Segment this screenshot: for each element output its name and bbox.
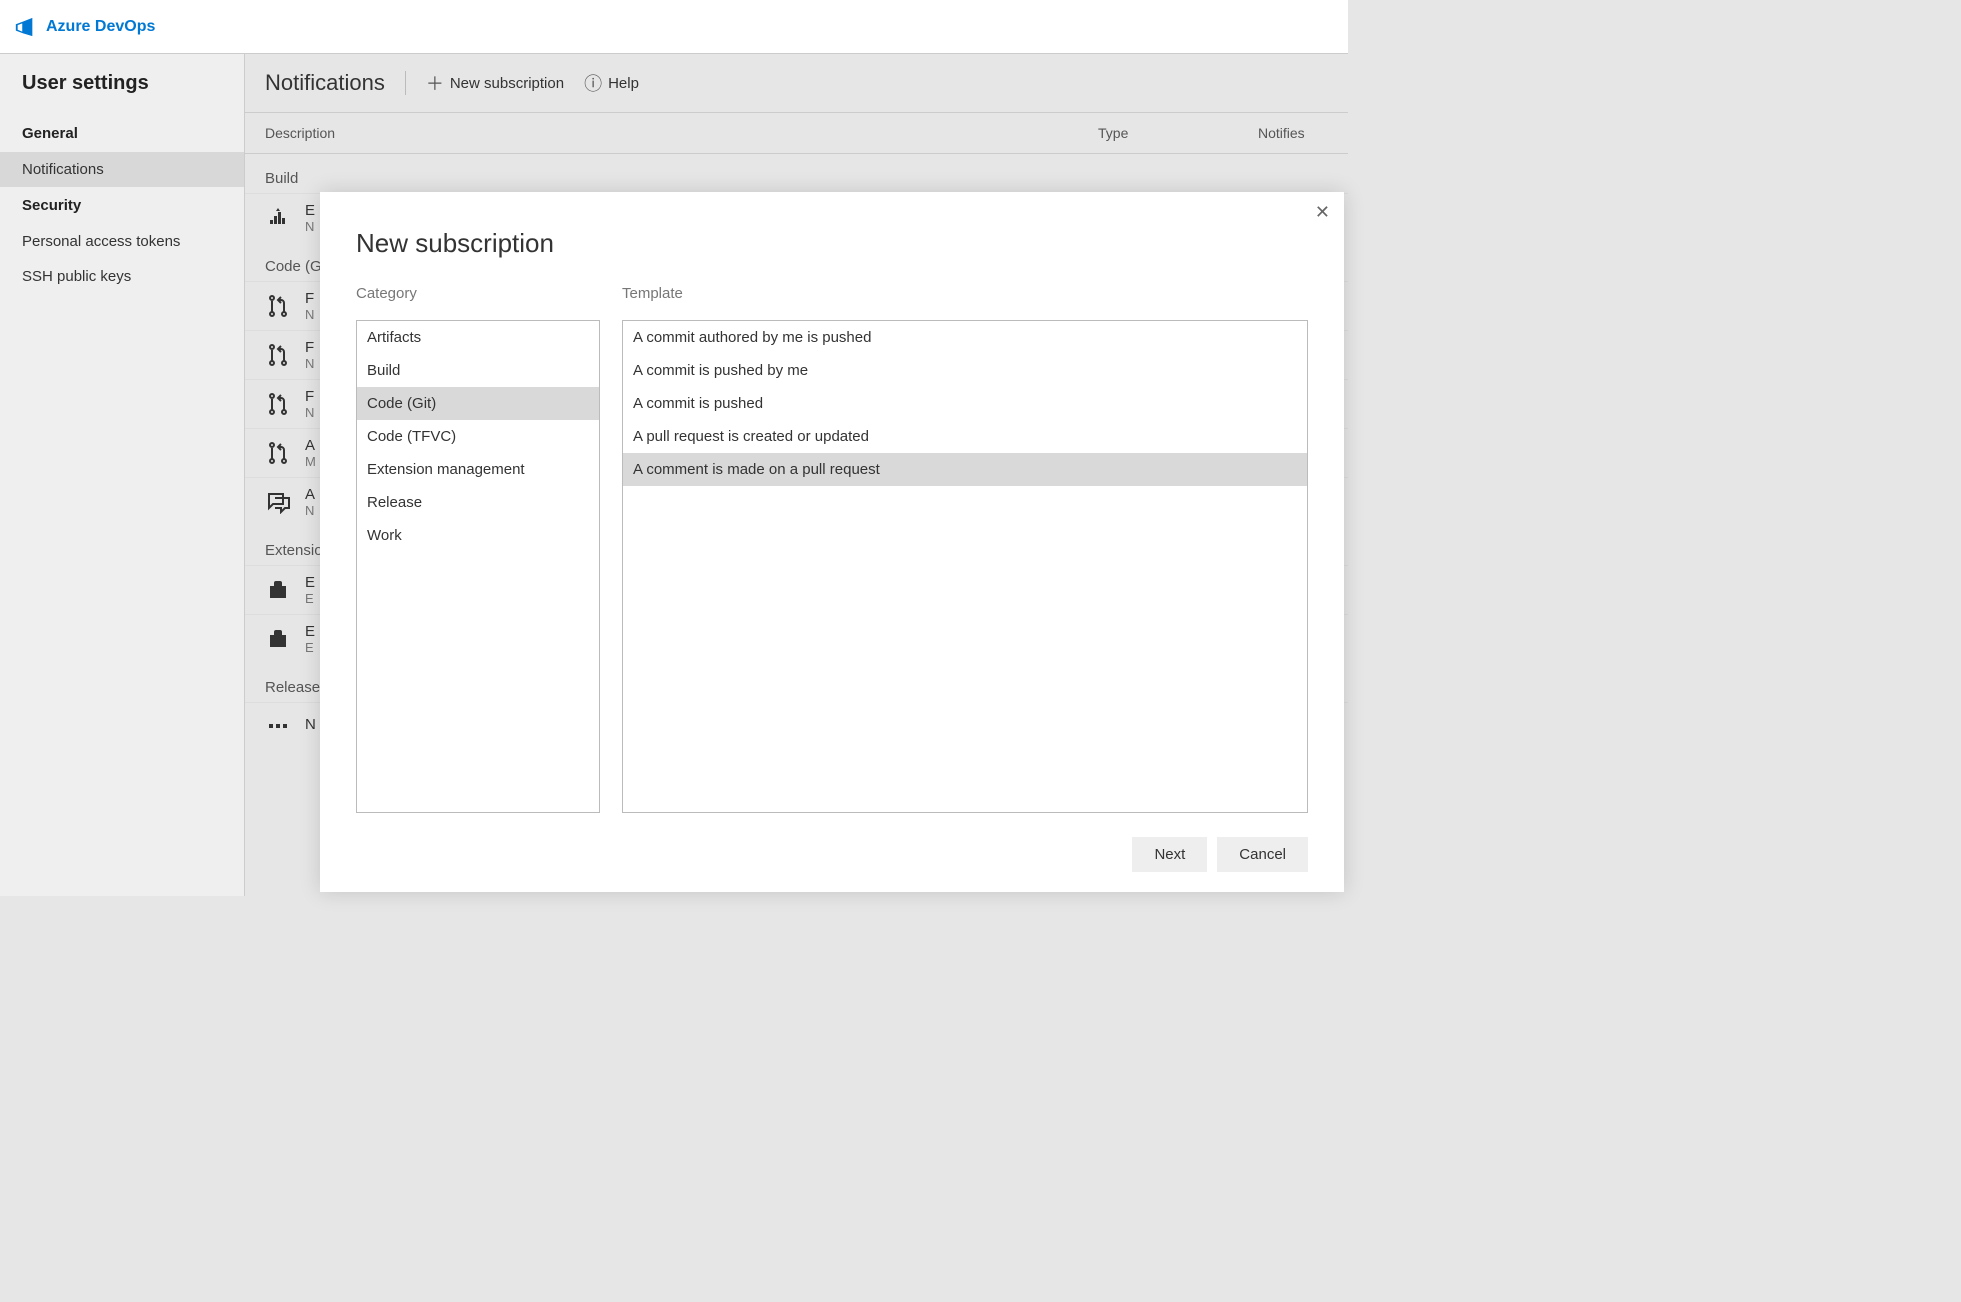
pr-icon [265, 342, 291, 368]
new-subscription-label: New subscription [450, 75, 564, 92]
col-description: Description [245, 113, 1078, 153]
col-notifies: Notifies [1238, 113, 1348, 153]
category-item[interactable]: Artifacts [357, 321, 599, 354]
sidebar: User settings General Notifications Secu… [0, 54, 245, 896]
dialog-title: New subscription [356, 228, 1308, 259]
row-title: E [305, 202, 315, 219]
category-item[interactable]: Extension management [357, 453, 599, 486]
page-header: Notifications ＋ New subscription ⓘ Help [245, 54, 1348, 112]
pr-icon [265, 440, 291, 466]
template-item[interactable]: A commit authored by me is pushed [623, 321, 1307, 354]
release-icon [265, 711, 291, 737]
category-item[interactable]: Code (Git) [357, 387, 599, 420]
row-title: F [305, 388, 314, 405]
page-title: Notifications [265, 70, 385, 96]
close-button[interactable]: ✕ [1315, 202, 1330, 223]
row-title: A [305, 486, 315, 503]
template-item[interactable]: A comment is made on a pull request [623, 453, 1307, 486]
ext-icon [265, 626, 291, 652]
template-label: Template [622, 285, 1308, 302]
separator [405, 71, 406, 95]
row-title: F [305, 339, 314, 356]
plus-icon: ＋ [426, 70, 444, 96]
row-subtitle: E [305, 640, 315, 655]
table-header: Description Type Notifies [245, 112, 1348, 154]
row-title: N [305, 716, 316, 733]
sidebar-item-notifications[interactable]: Notifications [0, 152, 244, 187]
template-item[interactable]: A commit is pushed [623, 387, 1307, 420]
sidebar-section-general[interactable]: General [0, 115, 244, 152]
row-subtitle: N [305, 405, 314, 420]
brand-logo[interactable]: Azure DevOps [14, 16, 155, 38]
new-subscription-dialog: ✕ New subscription Category ArtifactsBui… [320, 192, 1344, 892]
pr-icon [265, 391, 291, 417]
close-icon: ✕ [1315, 202, 1330, 222]
brand-text: Azure DevOps [46, 18, 155, 36]
category-item[interactable]: Code (TFVC) [357, 420, 599, 453]
pr-icon [265, 293, 291, 319]
group-label: Build [245, 154, 1348, 193]
category-label: Category [356, 285, 600, 302]
row-title: F [305, 290, 314, 307]
next-button[interactable]: Next [1132, 837, 1207, 872]
row-subtitle: N [305, 307, 314, 322]
new-subscription-button[interactable]: ＋ New subscription [426, 70, 564, 96]
row-title: A [305, 437, 316, 454]
template-listbox[interactable]: A commit authored by me is pushedA commi… [622, 320, 1308, 813]
dialog-footer: Next Cancel [320, 823, 1344, 892]
col-type: Type [1078, 113, 1238, 153]
help-button[interactable]: ⓘ Help [584, 70, 639, 96]
category-item[interactable]: Build [357, 354, 599, 387]
sidebar-section-security[interactable]: Security [0, 187, 244, 224]
row-subtitle: M [305, 454, 316, 469]
row-subtitle: N [305, 503, 315, 518]
comment-icon [265, 489, 291, 515]
template-item[interactable]: A commit is pushed by me [623, 354, 1307, 387]
help-icon: ⓘ [584, 70, 602, 96]
sidebar-title: User settings [0, 72, 244, 115]
sidebar-item-pat[interactable]: Personal access tokens [0, 224, 244, 259]
category-listbox[interactable]: ArtifactsBuildCode (Git)Code (TFVC)Exten… [356, 320, 600, 813]
row-title: E [305, 623, 315, 640]
category-item[interactable]: Work [357, 519, 599, 552]
build-icon [265, 205, 291, 231]
sidebar-item-ssh[interactable]: SSH public keys [0, 259, 244, 294]
ext-icon [265, 577, 291, 603]
template-item[interactable]: A pull request is created or updated [623, 420, 1307, 453]
azure-devops-icon [14, 16, 36, 38]
row-subtitle: E [305, 591, 315, 606]
category-item[interactable]: Release [357, 486, 599, 519]
row-subtitle: N [305, 356, 314, 371]
row-subtitle: N [305, 219, 315, 234]
help-label: Help [608, 75, 639, 92]
cancel-button[interactable]: Cancel [1217, 837, 1308, 872]
topbar: Azure DevOps [0, 0, 1348, 54]
row-title: E [305, 574, 315, 591]
